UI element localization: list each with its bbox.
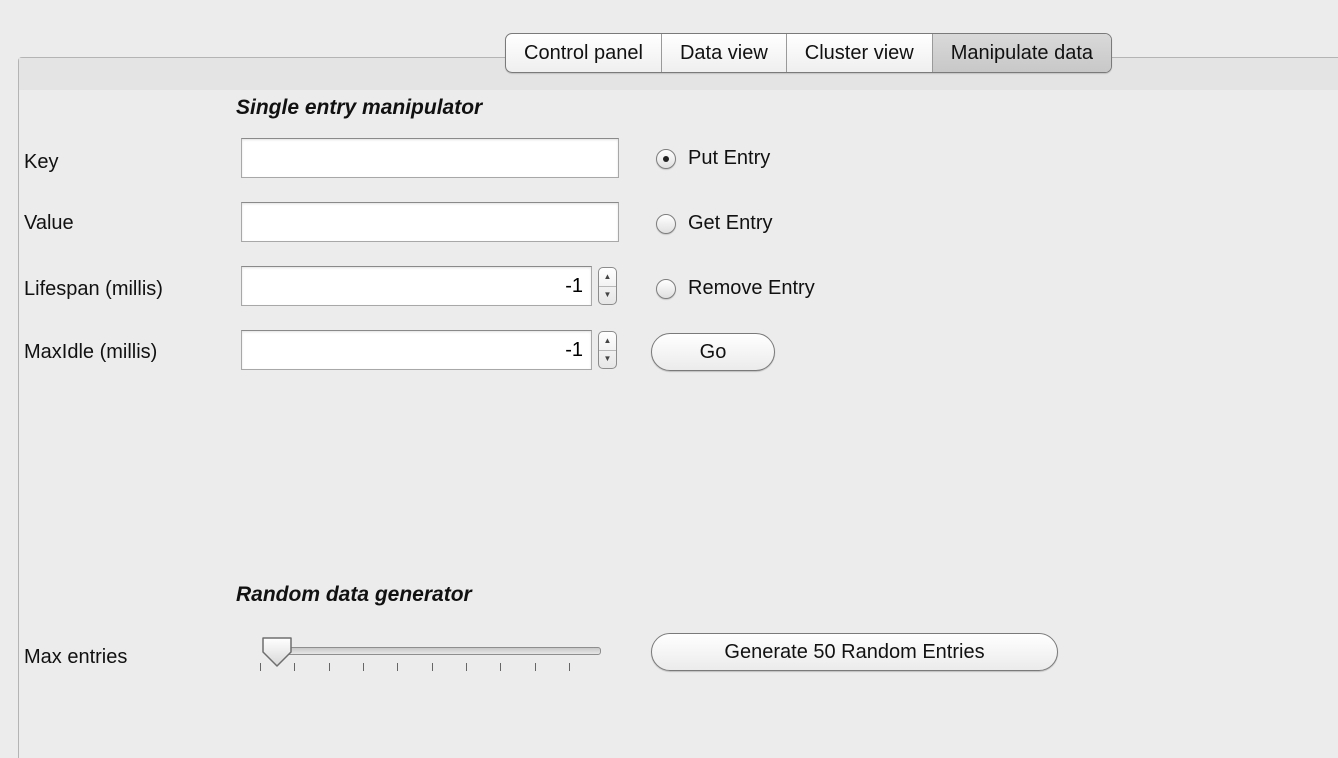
max-entries-label: Max entries <box>24 646 128 668</box>
slider-tick <box>569 663 570 671</box>
maxidle-input[interactable] <box>241 330 592 370</box>
spinner-up-icon[interactable]: ▲ <box>599 332 616 351</box>
radio-get-entry[interactable]: Get Entry <box>656 212 772 235</box>
key-label: Key <box>24 151 59 173</box>
slider-tick <box>294 663 296 671</box>
radio-get-entry-label: Get Entry <box>688 212 773 234</box>
radio-button-icon[interactable] <box>656 148 676 169</box>
slider-thumb-icon[interactable] <box>260 635 294 669</box>
tab-data-view[interactable]: Data view <box>662 34 787 72</box>
radio-put-entry[interactable]: Put Entry <box>656 147 770 170</box>
max-entries-slider-track[interactable] <box>265 647 601 655</box>
key-input[interactable] <box>241 138 619 178</box>
tab-bar: Control panel Data view Cluster view Man… <box>505 33 1113 73</box>
spinner-up-icon[interactable]: ▲ <box>599 268 616 287</box>
spinner-down-icon[interactable]: ▼ <box>599 350 616 368</box>
radio-remove-entry-label: Remove Entry <box>688 277 815 299</box>
maxidle-label: MaxIdle (millis) <box>24 341 158 363</box>
lifespan-spinner[interactable]: ▲ ▼ <box>598 267 617 305</box>
slider-tick <box>431 663 433 671</box>
radio-button-icon[interactable] <box>656 278 676 299</box>
slider-tick <box>534 663 536 671</box>
slider-tick <box>328 663 330 671</box>
slider-tick <box>500 663 502 671</box>
random-generator-title: Random data generator <box>236 583 472 606</box>
maxidle-spinner[interactable]: ▲ ▼ <box>598 331 617 369</box>
slider-tick <box>397 663 399 671</box>
radio-remove-entry[interactable]: Remove Entry <box>656 277 815 300</box>
tab-control-panel[interactable]: Control panel <box>506 34 662 72</box>
spinner-down-icon[interactable]: ▼ <box>599 286 616 304</box>
lifespan-label: Lifespan (millis) <box>24 278 163 300</box>
tab-manipulate-data[interactable]: Manipulate data <box>932 34 1112 72</box>
single-entry-title: Single entry manipulator <box>236 96 483 119</box>
slider-tick <box>363 663 364 671</box>
value-label: Value <box>24 212 74 234</box>
go-button[interactable]: Go <box>651 333 775 371</box>
lifespan-input[interactable] <box>241 266 592 306</box>
generate-random-entries-button[interactable]: Generate 50 Random Entries <box>651 633 1058 671</box>
tab-cluster-view[interactable]: Cluster view <box>787 34 933 72</box>
radio-button-icon[interactable] <box>656 213 676 234</box>
value-input[interactable] <box>241 202 619 242</box>
slider-tick <box>466 663 467 671</box>
radio-put-entry-label: Put Entry <box>688 147 771 169</box>
